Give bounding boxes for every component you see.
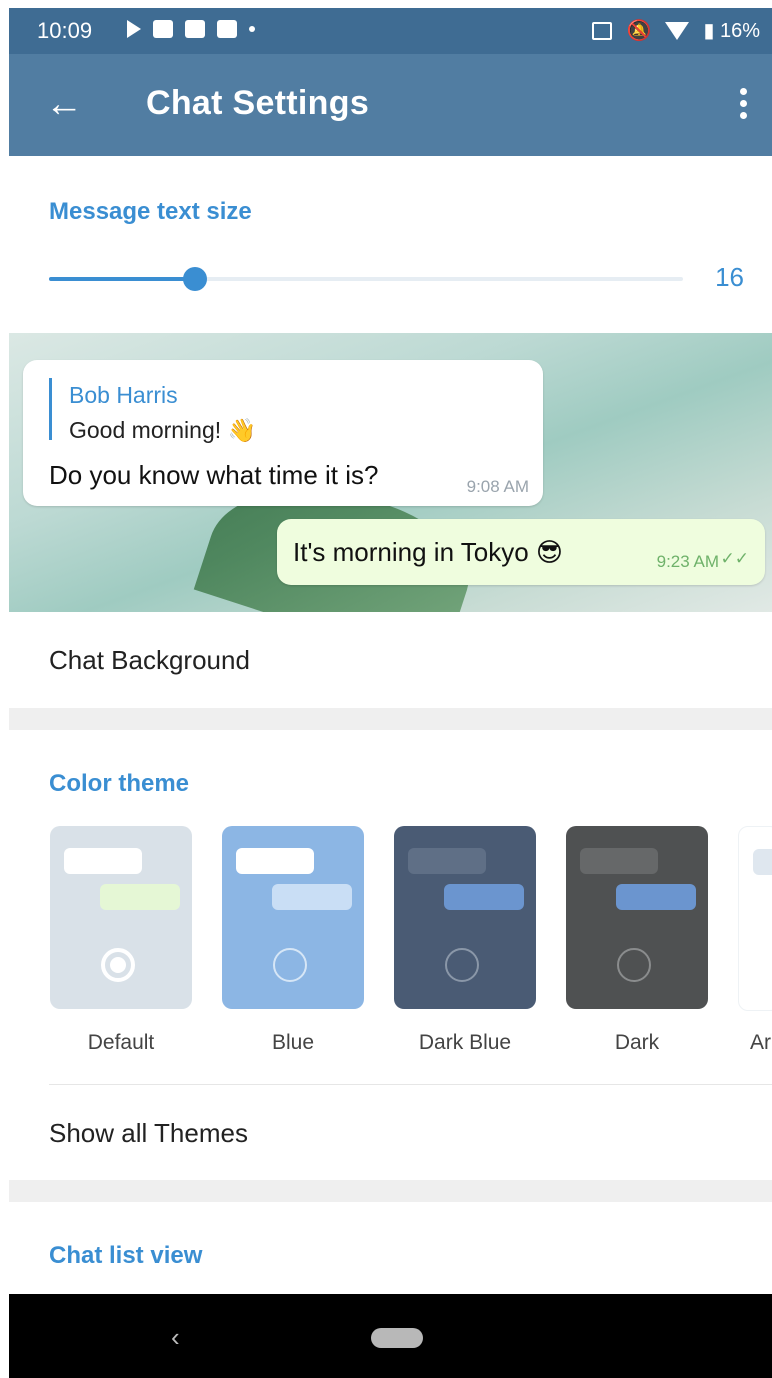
theme-default[interactable]: [50, 826, 192, 1009]
status-bar: 10:09 🔕 ▮ 16%: [9, 8, 772, 54]
chat-list-view-header: Chat list view: [49, 1242, 203, 1269]
theme-bubble-in: [236, 848, 314, 874]
more-notifications-icon: [249, 26, 255, 32]
theme-label-dark-blue: Dark Blue: [418, 1031, 512, 1054]
reply-text: Good morning! 👋: [69, 417, 257, 443]
theme-bubble-out: [616, 884, 696, 910]
section-divider: [9, 708, 772, 730]
mute-icon: 🔕: [626, 20, 652, 42]
outgoing-message-bubble: It's morning in Tokyo 😎 9:23 AM ✓✓: [277, 519, 765, 585]
theme-label-default: Default: [87, 1031, 155, 1054]
theme-label-arctic: Ar: [750, 1031, 771, 1054]
text-size-slider[interactable]: [49, 267, 683, 291]
slider-knob[interactable]: [182, 267, 207, 291]
incoming-message-bubble: Bob Harris Good morning! 👋 Do you know w…: [23, 360, 543, 506]
reply-bar: [49, 378, 52, 440]
app-bar: ← Chat Settings: [9, 54, 772, 156]
page-title: Chat Settings: [146, 84, 370, 122]
theme-radio[interactable]: [273, 948, 307, 982]
incoming-message-time: 9:08 AM: [466, 477, 529, 496]
photo-icon: [185, 20, 205, 38]
theme-arctic[interactable]: [738, 826, 772, 1011]
battery-icon: ▮: [703, 20, 715, 42]
row-divider: [49, 1084, 772, 1085]
back-arrow-icon[interactable]: ←: [45, 84, 83, 124]
theme-radio[interactable]: [617, 948, 651, 982]
double-check-icon: ✓✓: [720, 549, 750, 568]
chat-preview: Bob Harris Good morning! 👋 Do you know w…: [9, 333, 772, 612]
text-size-value: 16: [715, 262, 744, 292]
cast-icon: [592, 21, 613, 40]
theme-dark[interactable]: [566, 826, 708, 1009]
notification-icons: [127, 20, 255, 38]
chat-background-row[interactable]: Chat Background: [49, 645, 250, 676]
battery-text: ▮ 16%: [703, 20, 760, 42]
outgoing-message-time: 9:23 AM: [656, 552, 719, 571]
theme-bubble-in: [64, 848, 142, 874]
theme-radio-selected[interactable]: [101, 948, 135, 982]
theme-bubble-in: [580, 848, 658, 874]
color-theme-header: Color theme: [49, 770, 190, 797]
slider-fill: [49, 277, 195, 281]
theme-label-blue: Blue: [271, 1031, 315, 1054]
youtube-icon: [153, 20, 173, 38]
theme-blue[interactable]: [222, 826, 364, 1009]
theme-bubble-in: [753, 849, 772, 875]
screen: 10:09 🔕 ▮ 16% ← Chat Settings Message te…: [9, 0, 772, 1378]
theme-bubble-out: [272, 884, 352, 910]
theme-radio[interactable]: [445, 948, 479, 982]
theme-bubble-out: [100, 884, 180, 910]
outgoing-message-text: It's morning in Tokyo 😎: [293, 537, 564, 567]
text-size-header: Message text size: [49, 198, 252, 225]
telegram-icon: [127, 20, 141, 38]
theme-label-dark: Dark: [614, 1031, 660, 1054]
theme-bubble-out: [444, 884, 524, 910]
wifi-icon: [665, 21, 690, 40]
more-options-icon[interactable]: [740, 88, 748, 124]
system-nav-bar: ‹: [9, 1294, 772, 1378]
theme-dark-blue[interactable]: [394, 826, 536, 1009]
status-time: 10:09: [37, 18, 93, 43]
reply-sender-name: Bob Harris: [69, 382, 178, 408]
nav-back-icon[interactable]: ‹: [171, 1322, 180, 1353]
theme-bubble-in: [408, 848, 486, 874]
section-divider: [9, 1180, 772, 1202]
show-all-themes-row[interactable]: Show all Themes: [49, 1118, 248, 1149]
video-icon: [217, 20, 237, 38]
system-icons: 🔕 ▮ 16%: [592, 18, 760, 43]
nav-home-pill[interactable]: [371, 1328, 423, 1348]
incoming-message-text: Do you know what time it is?: [49, 460, 379, 490]
